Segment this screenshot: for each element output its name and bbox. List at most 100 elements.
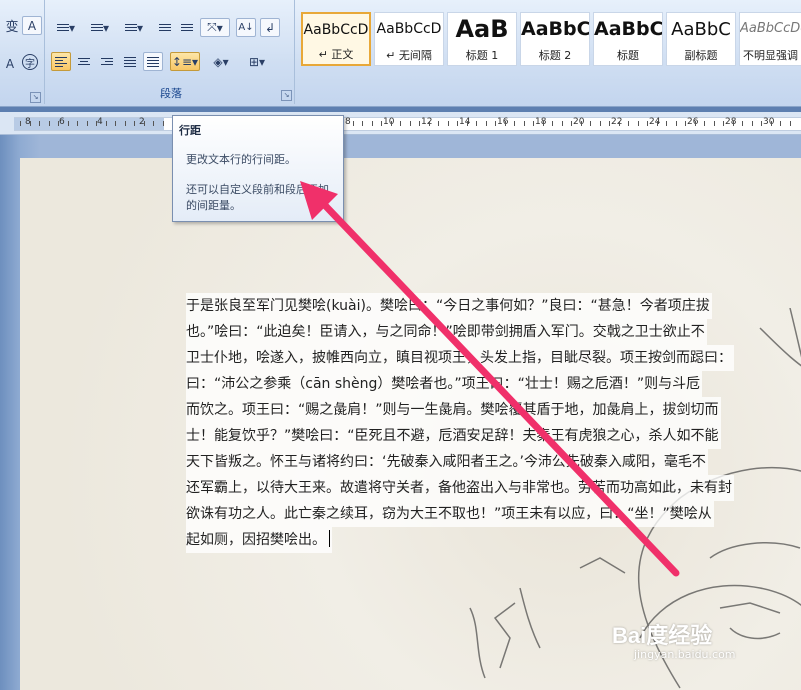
style-normal[interactable]: AaBbCcD ↵ 正文 (301, 12, 371, 66)
numbering-icon (90, 22, 103, 33)
char-shading-button[interactable]: A (0, 54, 20, 73)
quick-styles-gallery: AaBbCcD ↵ 正文 AaBbCcD ↵ 无间隔 AaB 标题 1 AaBb… (298, 8, 801, 70)
paragraph-group-label: 段落 (160, 87, 182, 100)
dialog-launcher-icon: ↘ (32, 93, 39, 101)
ruler-tick (429, 121, 430, 126)
align-left-button[interactable] (51, 52, 71, 71)
text-line: 士！能复饮乎？”樊哙曰：“臣死且不避，卮酒安足辞！夫秦王有虎狼之心，杀人如不能 (186, 423, 721, 449)
enclose-char-label: 字 (25, 58, 35, 70)
ruler-tick (486, 121, 487, 126)
style-name: ↵ 无间隔 (386, 49, 432, 62)
ruler-tick (448, 121, 449, 126)
sort-button[interactable]: A↓ (236, 18, 256, 37)
change-case-button[interactable]: 变 (2, 16, 22, 35)
ruler-number: 12 (421, 117, 433, 127)
document-body-text[interactable]: 于是张良至军门见樊哙(kuài)。樊哙曰：“今日之事何如？”良曰：“甚急！今者项… (186, 293, 801, 553)
ruler-tick (77, 121, 78, 126)
style-name: 不明显强调 (743, 49, 798, 62)
ruler-tick (704, 121, 705, 126)
ruler-tick (552, 121, 553, 126)
ruler-tick (562, 121, 563, 126)
ruler-tick (676, 121, 677, 126)
ruler-number: 14 (459, 117, 471, 127)
ruler-number: 26 (687, 117, 699, 127)
distributed-button[interactable] (143, 52, 163, 71)
enclose-char-button[interactable]: 字 (22, 54, 38, 70)
line-spacing-button[interactable]: ↕≡ ▾ (170, 52, 200, 71)
numbering-button[interactable]: ▾ (85, 18, 115, 37)
line-spacing-tooltip: 行距 更改文本行的行间距。 还可以自定义段前和段后添加的间距量。 (172, 115, 344, 222)
show-marks-button[interactable]: ↲ (260, 18, 280, 37)
style-sample: AaBbC (594, 18, 663, 40)
sort-label: A↓ (238, 22, 254, 33)
paint-bucket-icon: ◈ (213, 54, 223, 69)
ruler-number: 28 (725, 117, 737, 127)
increase-indent-button[interactable] (177, 18, 197, 37)
ruler-tick (353, 121, 354, 126)
increase-indent-icon (181, 22, 193, 33)
style-sample: AaB (455, 15, 509, 43)
ruler-tick (20, 121, 21, 126)
style-subtle-emphasis[interactable]: AaBbCcDd 不明显强调 (739, 12, 801, 66)
text-line: 卫士仆地，哙遂入，披帷西向立，瞋目视项王，头发上指，目眦尽裂。项王按剑而跽曰： (186, 345, 734, 371)
ruler-tick (372, 121, 373, 126)
style-no-spacing[interactable]: AaBbCcD ↵ 无间隔 (374, 12, 444, 66)
align-center-button[interactable] (74, 52, 94, 71)
char-border-button[interactable]: A (22, 16, 42, 35)
ribbon: 变 A A 字 ▾ ▾ ▾ ⤧ ▾ A↓ ↲ ↕≡ ▾ ◈ ▾ ⊞ ▾ 段落 ↘ ↘ A… (0, 0, 801, 107)
ruler-tick (467, 121, 468, 126)
style-heading-1[interactable]: AaB 标题 1 (447, 12, 517, 66)
ruler-tick (524, 121, 525, 126)
distributed-icon (147, 55, 159, 69)
borders-icon: ⊞ (248, 54, 260, 69)
ruler-tick (410, 121, 411, 126)
horizontal-ruler[interactable]: 8 6 4 2 8 10 12 14 16 18 20 22 24 26 28 30 (0, 112, 801, 135)
paragraph-dialog-launcher[interactable]: ↘ (281, 90, 292, 101)
text-line: 起如厕，因招樊哙出。 (186, 532, 326, 548)
baidu-watermark: Bai度经验 jingyan.baidu.com (612, 618, 736, 661)
borders-button[interactable]: ⊞ ▾ (242, 52, 272, 71)
multilevel-list-button[interactable]: ▾ (119, 18, 149, 37)
style-title[interactable]: AaBbC 标题 (593, 12, 663, 66)
ruler-tick (419, 121, 420, 126)
style-subtitle[interactable]: AaBbC 副标题 (666, 12, 736, 66)
ruler-tick (134, 121, 135, 126)
justify-button[interactable] (120, 52, 140, 71)
style-heading-2[interactable]: AaBbC 标题 2 (520, 12, 590, 66)
text-line: 于是张良至军门见樊哙(kuài)。樊哙曰：“今日之事何如？”良曰：“甚急！今者项… (186, 293, 712, 319)
ruler-tick (695, 121, 696, 126)
ruler-number: 24 (649, 117, 661, 127)
show-marks-label: ↲ (264, 20, 276, 35)
chinese-layout-icon: ⤧ (207, 20, 217, 34)
chinese-layout-button[interactable]: ⤧ ▾ (200, 18, 230, 37)
text-line: 天下皆叛之。怀王与诸将约曰：‘先破秦入咸阳者王之。’今沛公先破秦入咸阳，毫毛不 (186, 449, 708, 475)
decrease-indent-button[interactable] (155, 18, 175, 37)
ruler-tick (115, 121, 116, 126)
ruler-tick (600, 121, 601, 126)
bullets-button[interactable]: ▾ (51, 18, 81, 37)
font-dialog-launcher[interactable]: ↘ (30, 92, 41, 103)
char-shading-label: A (5, 56, 15, 71)
ruler-tick (609, 121, 610, 126)
ruler-tick (495, 121, 496, 126)
paragraph-group: ▾ ▾ ▾ ⤧ ▾ A↓ ↲ ↕≡ ▾ ◈ ▾ ⊞ ▾ 段落 ↘ (48, 0, 295, 104)
text-line: 也。”哙曰：“此迫矣！臣请入，与之同命！”哙即带剑拥盾入军门。交戟之卫士欲止不 (186, 319, 707, 345)
ruler-tick (381, 121, 382, 126)
ruler-tick (590, 121, 591, 126)
shading-button[interactable]: ◈ ▾ (206, 52, 236, 71)
bullets-icon (56, 22, 69, 33)
align-right-button[interactable] (97, 52, 117, 71)
ruler-number: 18 (535, 117, 547, 127)
watermark-url: jingyan.baidu.com (634, 648, 736, 661)
style-name: 副标题 (684, 49, 718, 62)
ruler-tick (685, 121, 686, 126)
ruler-tick (400, 121, 401, 126)
text-line: 欲诛有功之人。此亡秦之续耳，窃为大王不取也！”项王未有以应，曰：“坐！”樊哙从 (186, 501, 714, 527)
ruler-tick (68, 121, 69, 126)
ruler-number: 16 (497, 117, 509, 127)
tooltip-line2: 还可以自定义段前和段后添加的间距量。 (186, 183, 329, 212)
text-line: 而饮之。项王曰：“赐之彘肩！”则与一生彘肩。樊哙覆其盾于地，加彘肩上，拔剑切而 (186, 397, 721, 423)
ruler-tick (362, 121, 363, 126)
ruler-tick (505, 121, 506, 126)
text-line: 曰：“沛公之参乘（cān shèng）樊哙者也。”项王曰：“壮士！赐之卮酒！”则… (186, 371, 703, 397)
